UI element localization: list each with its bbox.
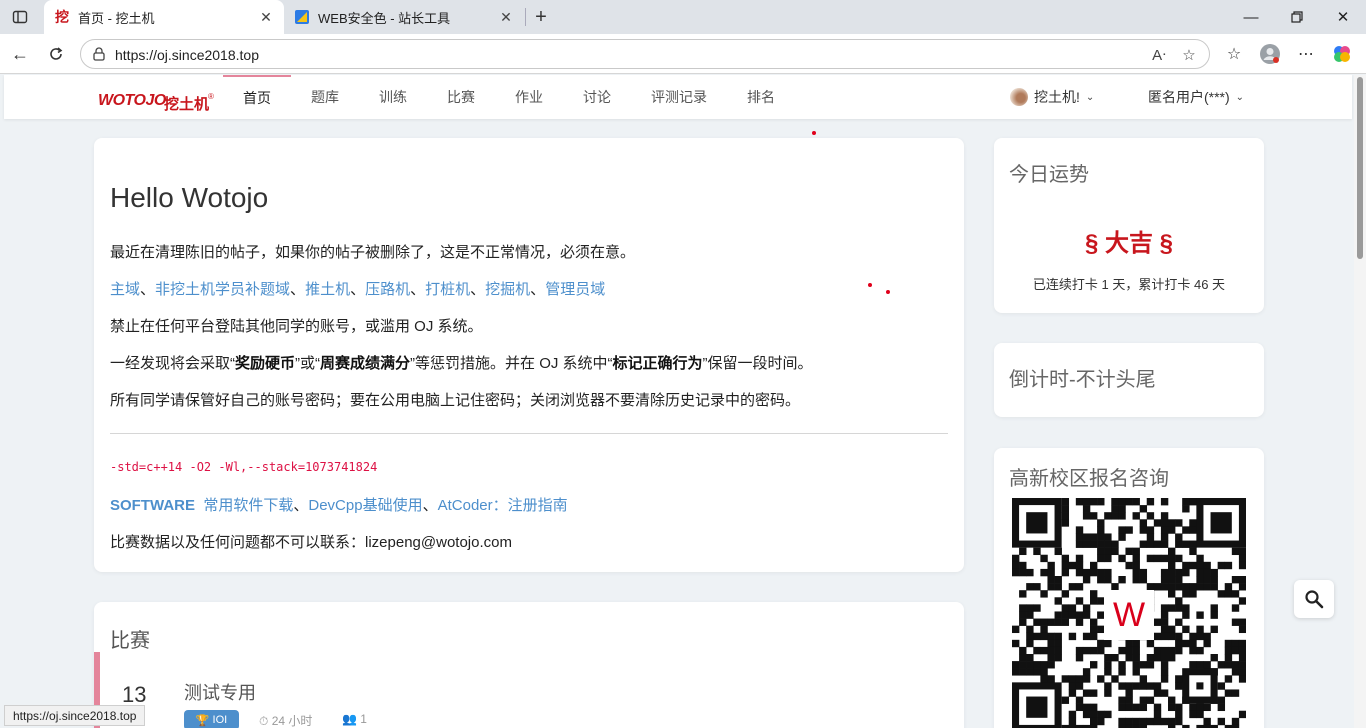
page-viewport: WOTOJO 挖土机 ® 首页 题库 训练 比赛 作业 讨论 评测记录 排名 挖…	[0, 75, 1354, 728]
domain-avatar	[1010, 88, 1028, 106]
nav-home[interactable]: 首页	[223, 75, 291, 119]
tab-title: 首页 - 挖土机	[78, 10, 155, 26]
nav-records[interactable]: 评测记录	[631, 75, 727, 119]
address-url[interactable]: https://oj.since2018.top	[115, 47, 259, 63]
page-scrollbar[interactable]	[1354, 75, 1366, 728]
tab-title: WEB安全色 - 站长工具	[318, 10, 451, 26]
account-menu[interactable]: 匿名用户(***) ⌄	[1148, 75, 1244, 119]
fortune-card: 今日运势 § 大吉 § 已连续打卡 1 天，累计打卡 46 天	[994, 138, 1264, 313]
contact-line: 比赛数据以及任何问题都不可以联系：lizepeng@wotojo.com	[110, 534, 512, 551]
more-menu-icon[interactable]: ⋯	[1294, 42, 1318, 66]
favorites-icon[interactable]: ☆	[1222, 42, 1246, 66]
new-tab-icon[interactable]: +	[528, 5, 554, 29]
announcement-line1: 最近在清理陈旧的帖子，如果你的帖子被删除了，这是不正常情况，必须在意。	[110, 244, 636, 261]
logo-wordmark: WOTOJO	[98, 92, 166, 109]
link-admin-domain[interactable]: 管理员域	[545, 281, 605, 298]
read-aloud-icon[interactable]: Aᐧ	[1149, 45, 1169, 65]
copilot-icon[interactable]	[1330, 42, 1354, 66]
nav-problems[interactable]: 题库	[291, 75, 359, 119]
chevron-down-icon: ⌄	[1085, 91, 1095, 103]
link-main-domain[interactable]: 主域	[110, 281, 140, 298]
nav-discussion[interactable]: 讨论	[563, 75, 631, 119]
logo-cn: 挖土机	[164, 96, 210, 113]
close-window-icon[interactable]: ✕	[1320, 0, 1366, 34]
minimize-icon[interactable]: —	[1228, 0, 1274, 34]
domain-links: 主域、非挖土机学员补题域、推土机、压路机、打桩机、挖掘机、管理员域	[110, 281, 606, 298]
contest-duration: ⏱ 24 小时	[259, 714, 313, 728]
browser-tabstrip: 挖 首页 - 挖土机 ✕ WEB安全色 - 站长工具 ✕ + — ✕	[0, 0, 1366, 34]
search-icon	[1305, 590, 1324, 609]
reload-icon[interactable]	[42, 40, 70, 68]
nav-contests[interactable]: 比赛	[427, 75, 495, 119]
site-navbar: WOTOJO 挖土机 ® 首页 题库 训练 比赛 作业 讨论 评测记录 排名 挖…	[4, 75, 1352, 119]
domain-menu[interactable]: 挖土机! ⌄	[1010, 75, 1094, 119]
link-software-download[interactable]: 常用软件下载	[203, 497, 293, 514]
announcement-line5: 所有同学请保管好自己的账号密码；要在公用电脑上记住密码；关闭浏览器不要清除历史记…	[110, 392, 801, 409]
close-tab-icon[interactable]: ✕	[256, 7, 276, 27]
qr-title: 高新校区报名咨询	[1009, 468, 1169, 490]
link-practice-domain[interactable]: 非挖土机学员补题域	[155, 281, 290, 298]
restore-icon[interactable]	[1274, 0, 1320, 34]
floating-search-button[interactable]	[1294, 580, 1334, 618]
fortune-title: 今日运势	[1009, 164, 1089, 186]
contest-participants: 👥 1	[342, 712, 367, 726]
announcement-title: Hello Wotojo	[110, 182, 269, 213]
announcement-line4: 一经发现将会采取“奖励硬币”或“周赛成绩满分”等惩罚措施。并在 OJ 系统中“标…	[110, 355, 813, 372]
countdown-card: 倒计时-不计头尾	[994, 343, 1264, 417]
status-bar-url: https://oj.since2018.top	[4, 705, 146, 726]
account-menu-label: 匿名用户(***)	[1148, 89, 1230, 105]
logo-registered: ®	[208, 92, 214, 101]
close-tab-icon[interactable]: ✕	[496, 7, 516, 27]
tab-divider	[525, 8, 526, 26]
favorite-star-icon[interactable]: ☆	[1179, 45, 1199, 65]
announcement-card: Hello Wotojo 最近在清理陈旧的帖子，如果你的帖子被删除了，这是不正常…	[94, 138, 964, 572]
contest-rule-badge: 🏆 IOI	[184, 710, 239, 728]
checkin-stats: 已连续打卡 1 天，累计打卡 46 天	[1032, 277, 1226, 292]
link-devcpp[interactable]: DevCpp基础使用	[308, 497, 422, 514]
qr-card: 高新校区报名咨询 W	[994, 448, 1264, 728]
qr-code-image: W	[1012, 498, 1247, 728]
qr-center-logo: W	[1104, 590, 1154, 640]
address-bar[interactable]: https://oj.since2018.top Aᐧ ☆	[80, 39, 1210, 69]
contest-card: 比赛 13 测试专用 🏆 IOI ⏱ 24 小时 👥 1	[94, 602, 964, 728]
profile-avatar-icon[interactable]	[1258, 42, 1282, 66]
back-arrow-icon[interactable]: ←	[6, 40, 34, 68]
domain-menu-label: 挖土机!	[1034, 89, 1080, 105]
link-bulldozer[interactable]: 推土机	[305, 281, 350, 298]
link-roller[interactable]: 压路机	[365, 281, 410, 298]
browser-tab-active[interactable]: 挖 首页 - 挖土机 ✕	[44, 0, 284, 34]
nav-ranking[interactable]: 排名	[727, 75, 795, 119]
link-piledriver[interactable]: 打桩机	[425, 281, 470, 298]
red-dot	[812, 131, 816, 135]
software-label: SOFTWARE	[110, 497, 195, 514]
announcement-line3: 禁止在任何平台登陆其他同学的账号，或滥用 OJ 系统。	[110, 318, 483, 335]
compile-flags: -std=c++14 -O2 -Wl,--stack=1073741824	[110, 460, 378, 474]
tab-actions-icon[interactable]	[6, 5, 34, 29]
browser-tab[interactable]: WEB安全色 - 站长工具 ✕	[284, 0, 524, 34]
fortune-result: § 大吉 §	[1084, 230, 1174, 257]
red-dot	[868, 283, 872, 287]
browser-toolbar: ← https://oj.since2018.top Aᐧ ☆ ☆ ⋯	[0, 34, 1366, 74]
countdown-title: 倒计时-不计头尾	[1009, 369, 1156, 391]
wotojo-favicon-icon: 挖	[55, 9, 69, 25]
divider	[110, 433, 948, 434]
webmaster-favicon-icon	[294, 9, 310, 25]
nav-homework[interactable]: 作业	[495, 75, 563, 119]
link-excavator[interactable]: 挖掘机	[485, 281, 530, 298]
site-info-icon[interactable]	[91, 46, 107, 62]
wotojo-logo[interactable]: WOTOJO 挖土机 ®	[98, 86, 218, 113]
contest-name[interactable]: 测试专用	[184, 679, 256, 705]
contest-section-title: 比赛	[110, 630, 150, 652]
software-links: SOFTWARE 常用软件下载、DevCpp基础使用、AtCoder：注册指南	[110, 497, 568, 514]
scrollbar-thumb[interactable]	[1357, 77, 1363, 259]
nav-training[interactable]: 训练	[359, 75, 427, 119]
red-dot	[886, 290, 890, 294]
chevron-down-icon: ⌄	[1235, 91, 1245, 103]
link-atcoder[interactable]: AtCoder：注册指南	[438, 497, 568, 514]
